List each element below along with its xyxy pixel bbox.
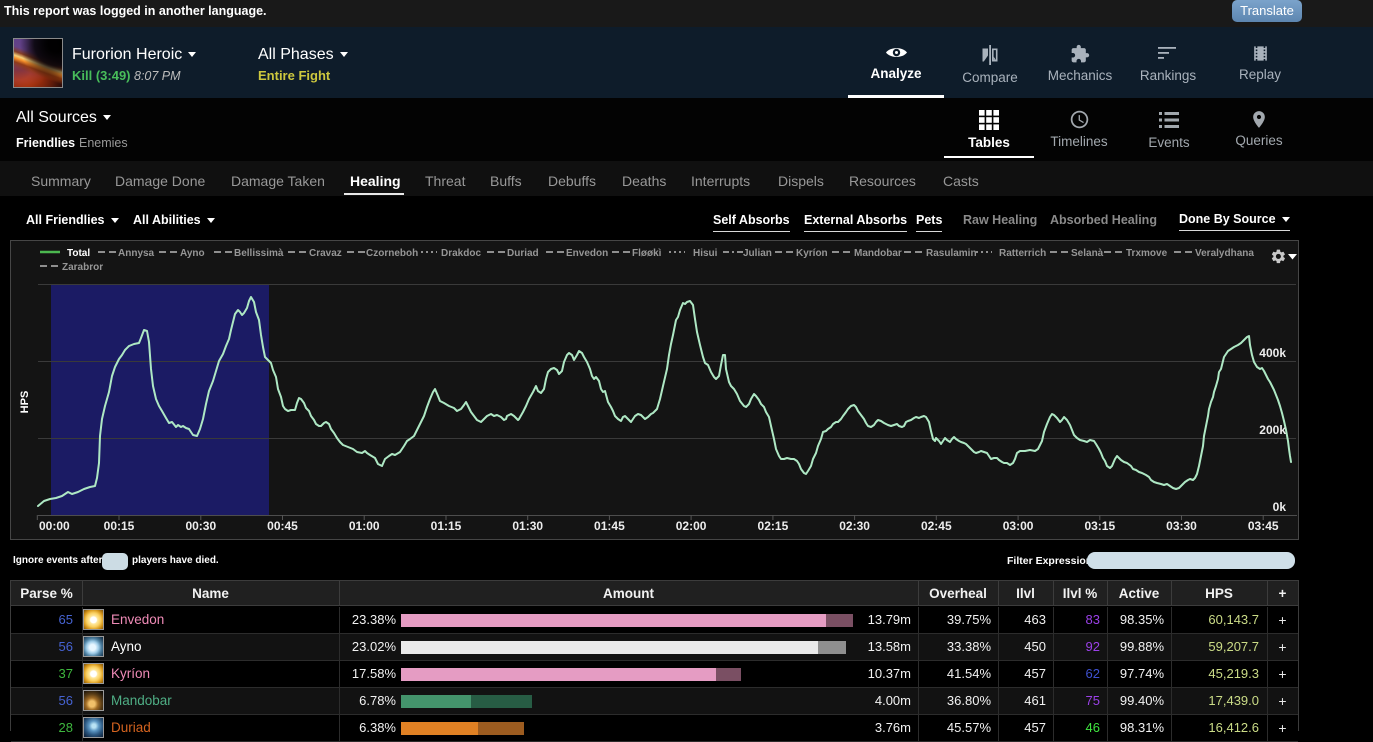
svg-text:00:00: 00:00 (39, 519, 70, 533)
svg-text:01:00: 01:00 (349, 519, 380, 533)
svg-text:Duriad: Duriad (507, 248, 539, 259)
svg-text:Ayno: Ayno (180, 248, 205, 259)
svg-text:Mandobar: Mandobar (854, 248, 902, 259)
svg-text:Kyríon: Kyríon (796, 248, 828, 259)
svg-text:Rasulamin: Rasulamin (926, 248, 977, 259)
svg-text:03:15: 03:15 (1084, 519, 1115, 533)
svg-text:Trxmove: Trxmove (1126, 248, 1168, 259)
svg-text:01:15: 01:15 (431, 519, 462, 533)
svg-text:Bellissimà: Bellissimà (234, 248, 284, 259)
svg-text:02:00: 02:00 (676, 519, 707, 533)
svg-text:Annysa: Annysa (118, 248, 155, 259)
svg-text:Zarabror: Zarabror (62, 262, 103, 273)
svg-text:02:15: 02:15 (758, 519, 789, 533)
svg-text:Julian: Julian (743, 248, 772, 259)
svg-text:03:00: 03:00 (1003, 519, 1034, 533)
svg-text:Hisui: Hisui (693, 248, 718, 259)
svg-text:02:30: 02:30 (839, 519, 870, 533)
svg-text:02:45: 02:45 (921, 519, 952, 533)
svg-text:01:45: 01:45 (594, 519, 625, 533)
svg-text:03:45: 03:45 (1248, 519, 1279, 533)
svg-text:Drakdoc: Drakdoc (441, 248, 481, 259)
svg-text:Fløøkì: Fløøkì (632, 248, 662, 259)
svg-text:0k: 0k (1273, 500, 1287, 514)
svg-text:Total: Total (67, 248, 90, 259)
svg-text:HPS: HPS (19, 391, 31, 414)
svg-text:00:15: 00:15 (104, 519, 135, 533)
svg-text:400k: 400k (1259, 346, 1286, 360)
svg-text:Ratterrich: Ratterrich (999, 248, 1046, 259)
svg-text:00:45: 00:45 (267, 519, 298, 533)
svg-text:Selanà: Selanà (1071, 248, 1104, 259)
svg-text:01:30: 01:30 (512, 519, 543, 533)
svg-text:00:30: 00:30 (185, 519, 216, 533)
svg-text:Czorneboh: Czorneboh (366, 248, 418, 259)
svg-text:Veralydhana: Veralydhana (1195, 248, 1254, 259)
svg-text:Envedon: Envedon (566, 248, 608, 259)
svg-text:03:30: 03:30 (1166, 519, 1197, 533)
svg-text:Cravaz: Cravaz (309, 248, 342, 259)
svg-text:200k: 200k (1259, 423, 1286, 437)
